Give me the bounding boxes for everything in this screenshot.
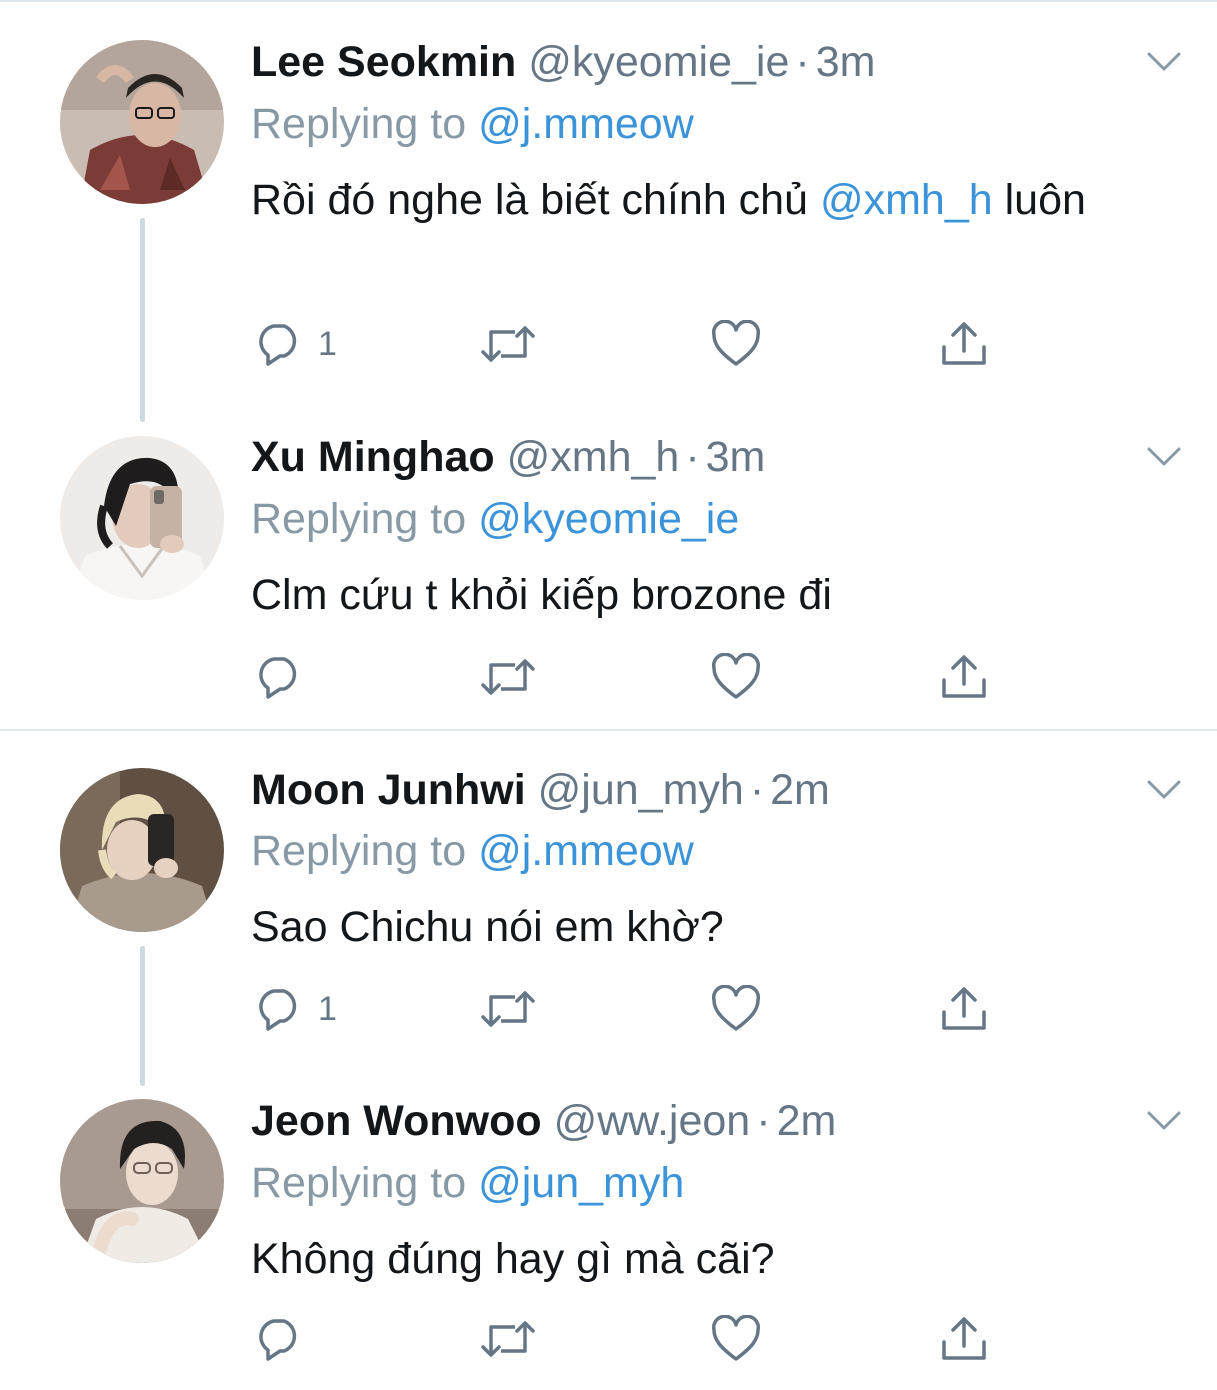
tweet-mention[interactable]: @xmh_h (820, 176, 993, 224)
display-name[interactable]: Jeon Wonwoo (251, 1097, 542, 1145)
share-button[interactable] (939, 649, 989, 705)
tweet-text-part: luôn (992, 176, 1086, 224)
tweet-text-part: Clm cứu t khỏi kiếp brozone đi (251, 571, 832, 619)
separator-dot: · (685, 433, 700, 481)
reply-icon (259, 324, 297, 366)
display-name[interactable]: Moon Junhwi (251, 766, 526, 814)
reply-icon (259, 1319, 297, 1361)
replying-prefix: Replying to (251, 495, 467, 543)
tweet-text-part: Sao Chichu nói em khờ? (251, 903, 724, 951)
action-bar: 1 (251, 981, 1011, 1037)
avatar[interactable] (60, 1099, 224, 1263)
tweet-header: Xu Minghao @xmh_h · 3m (251, 432, 765, 482)
username[interactable]: @ww.jeon (554, 1097, 751, 1145)
replying-to: Replying to @jun_myh (251, 1158, 684, 1208)
chevron-down-icon[interactable] (1146, 1109, 1182, 1133)
reply-count: 1 (318, 325, 337, 363)
retweet-icon (481, 659, 535, 695)
share-button[interactable] (939, 1311, 989, 1367)
tweet-header: Moon Junhwi @jun_myh · 2m (251, 765, 830, 815)
tweet-text-part: Rồi đó nghe là biết chính chủ (251, 176, 820, 224)
reply-button[interactable] (256, 649, 318, 705)
timestamp[interactable]: 2m (770, 766, 830, 814)
tweet-text: Sao Chichu nói em khờ? (251, 896, 1131, 958)
like-button[interactable] (711, 1311, 761, 1367)
replying-mention[interactable]: @j.mmeow (478, 827, 694, 875)
tweet-text-part: Không đúng hay gì mà cãi? (251, 1235, 775, 1283)
display-name[interactable]: Lee Seokmin (251, 38, 516, 86)
thread-divider (0, 729, 1217, 731)
retweet-button[interactable] (479, 1311, 537, 1367)
timestamp[interactable]: 3m (816, 38, 876, 86)
heart-icon (711, 653, 761, 699)
heart-icon (711, 985, 761, 1031)
display-name[interactable]: Xu Minghao (251, 433, 495, 481)
thread-line (140, 218, 145, 422)
separator-dot: · (749, 766, 765, 814)
retweet-button[interactable] (479, 649, 537, 705)
avatar[interactable] (60, 436, 224, 600)
avatar[interactable] (60, 768, 224, 932)
replying-mention[interactable]: @kyeomie_ie (478, 495, 739, 543)
share-icon (942, 655, 986, 698)
retweet-button[interactable] (479, 316, 537, 372)
replying-prefix: Replying to (251, 100, 467, 148)
separator-dot: · (756, 1097, 771, 1145)
retweet-icon (481, 991, 535, 1027)
tweet-text: Clm cứu t khỏi kiếp brozone đi (251, 564, 1131, 626)
avatar[interactable] (60, 40, 224, 204)
like-button[interactable] (711, 981, 761, 1037)
tweet-header: Lee Seokmin @kyeomie_ie · 3m (251, 37, 875, 87)
like-button[interactable] (711, 316, 761, 372)
chevron-down-icon[interactable] (1146, 50, 1182, 74)
tweet-text: Rồi đó nghe là biết chính chủ @xmh_h luô… (251, 169, 1131, 231)
share-button[interactable] (939, 316, 989, 372)
separator-dot: · (795, 38, 810, 86)
share-icon (942, 987, 986, 1030)
replying-to: Replying to @j.mmeow (251, 99, 694, 149)
share-icon (942, 322, 986, 365)
action-bar (251, 649, 1011, 705)
thread-line (140, 946, 145, 1086)
heart-icon (711, 1315, 761, 1361)
retweet-icon (481, 326, 535, 362)
tweet-header: Jeon Wonwoo @ww.jeon · 2m (251, 1096, 836, 1146)
replying-mention[interactable]: @jun_myh (478, 1159, 684, 1207)
tweet-text: Không đúng hay gì mà cãi? (251, 1228, 1131, 1290)
reply-button[interactable]: 1 (256, 316, 337, 372)
replying-to: Replying to @kyeomie_ie (251, 494, 739, 544)
chevron-down-icon[interactable] (1146, 445, 1182, 469)
reply-button[interactable] (256, 1311, 318, 1367)
like-button[interactable] (711, 649, 761, 705)
timestamp[interactable]: 2m (777, 1097, 837, 1145)
chevron-down-icon[interactable] (1146, 778, 1182, 802)
reply-icon (259, 657, 297, 699)
share-icon (942, 1317, 986, 1360)
heart-icon (711, 320, 761, 366)
username[interactable]: @jun_myh (538, 766, 744, 814)
share-button[interactable] (939, 981, 989, 1037)
timestamp[interactable]: 3m (706, 433, 766, 481)
username[interactable]: @kyeomie_ie (528, 38, 789, 86)
action-bar (251, 1311, 1011, 1367)
top-divider (0, 0, 1217, 2)
reply-count: 1 (318, 990, 337, 1028)
replying-prefix: Replying to (251, 827, 467, 875)
reply-icon (259, 989, 297, 1031)
replying-to: Replying to @j.mmeow (251, 826, 694, 876)
retweet-icon (481, 1321, 535, 1357)
replying-mention[interactable]: @j.mmeow (478, 100, 694, 148)
replying-prefix: Replying to (251, 1159, 467, 1207)
retweet-button[interactable] (479, 981, 537, 1037)
username[interactable]: @xmh_h (507, 433, 680, 481)
reply-button[interactable]: 1 (256, 981, 337, 1037)
action-bar: 1 (251, 316, 1011, 372)
